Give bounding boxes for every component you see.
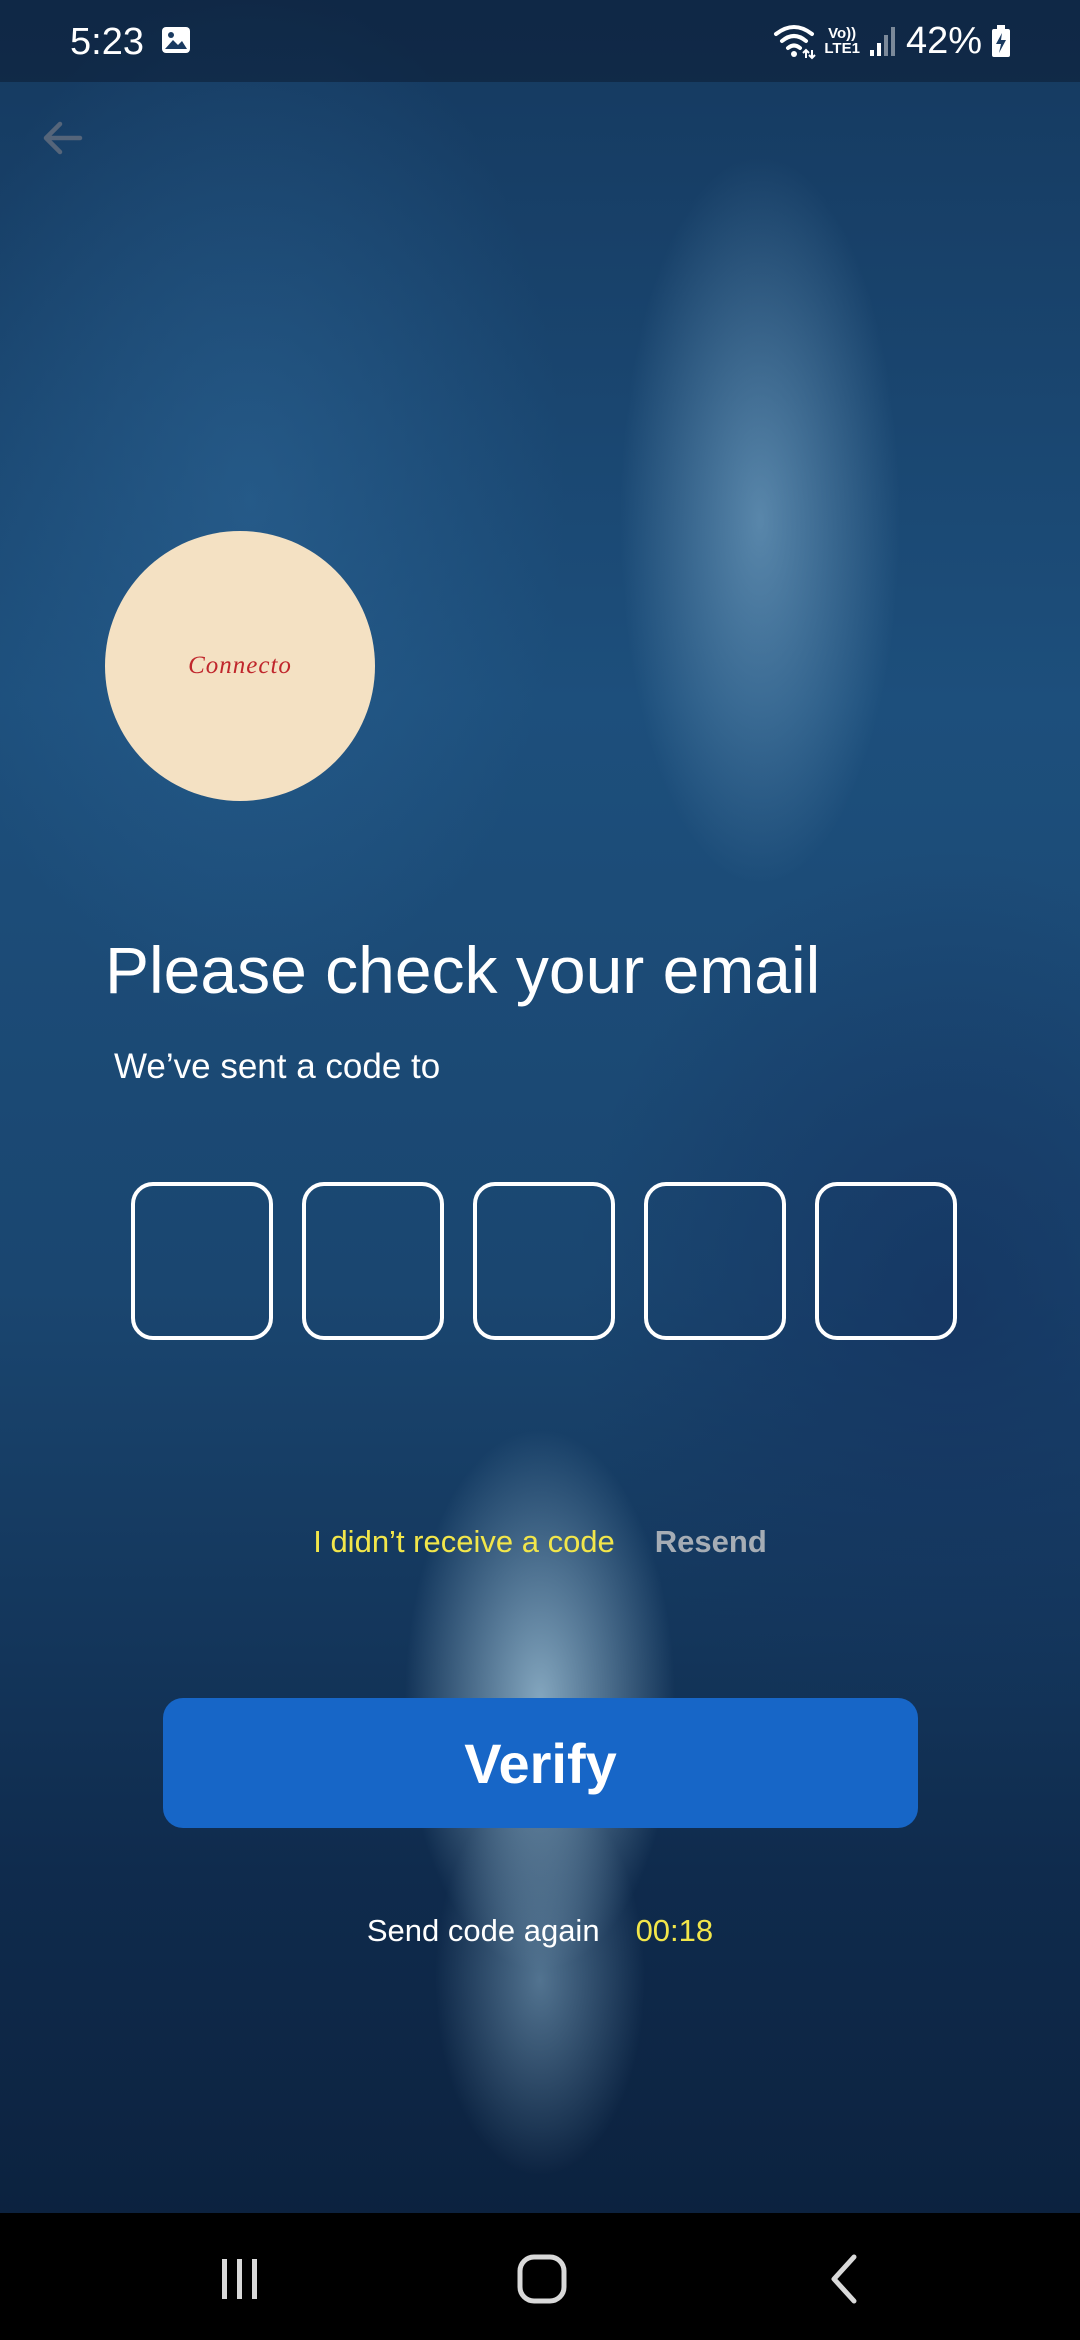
status-icons: Vo)) LTE1 42%: [772, 18, 1012, 64]
send-code-again-label: Send code again: [366, 1913, 600, 1948]
subtitle: We’ve sent a code to: [114, 1047, 441, 1086]
timer-row: Send code again 00:18: [0, 1911, 1080, 1951]
back-icon[interactable]: [816, 2249, 876, 2309]
status-time: 5:23: [70, 21, 144, 63]
navigation-bar: [0, 2213, 1080, 2340]
home-icon[interactable]: [512, 2249, 572, 2309]
page-title: Please check your email: [105, 933, 821, 1007]
arrow-left-icon[interactable]: [36, 112, 88, 164]
battery-percent: 42%: [905, 20, 982, 62]
code-digit-3[interactable]: [473, 1182, 615, 1340]
volte-label: Vo)): [828, 25, 857, 42]
resend-row: I didn’t receive a code Resend: [0, 1522, 1080, 1562]
verify-email-screen: 5:23 Vo)) LTE1 42% Connecto Please check…: [0, 0, 1080, 2340]
no-code-prompt: I didn’t receive a code: [313, 1524, 615, 1559]
lte-label: LTE1: [824, 40, 860, 57]
image-icon: [162, 27, 190, 53]
logo-text: Connecto: [188, 652, 292, 679]
code-digit-4[interactable]: [644, 1182, 786, 1340]
battery-charging-icon: [992, 25, 1010, 57]
code-input-row: [131, 1182, 957, 1340]
code-digit-2[interactable]: [302, 1182, 444, 1340]
code-digit-5[interactable]: [815, 1182, 957, 1340]
network-type-label: Vo)) LTE1: [824, 26, 860, 56]
recent-apps-icon[interactable]: [210, 2249, 270, 2309]
countdown-timer: 00:18: [635, 1913, 714, 1948]
signal-icon: [869, 27, 895, 56]
resend-link[interactable]: Resend: [655, 1522, 767, 1562]
status-bar: 5:23 Vo)) LTE1 42%: [0, 0, 1080, 82]
wifi-icon: [774, 25, 817, 60]
code-digit-1[interactable]: [131, 1182, 273, 1340]
app-logo: Connecto: [105, 531, 375, 801]
verify-button[interactable]: Verify: [163, 1698, 918, 1828]
